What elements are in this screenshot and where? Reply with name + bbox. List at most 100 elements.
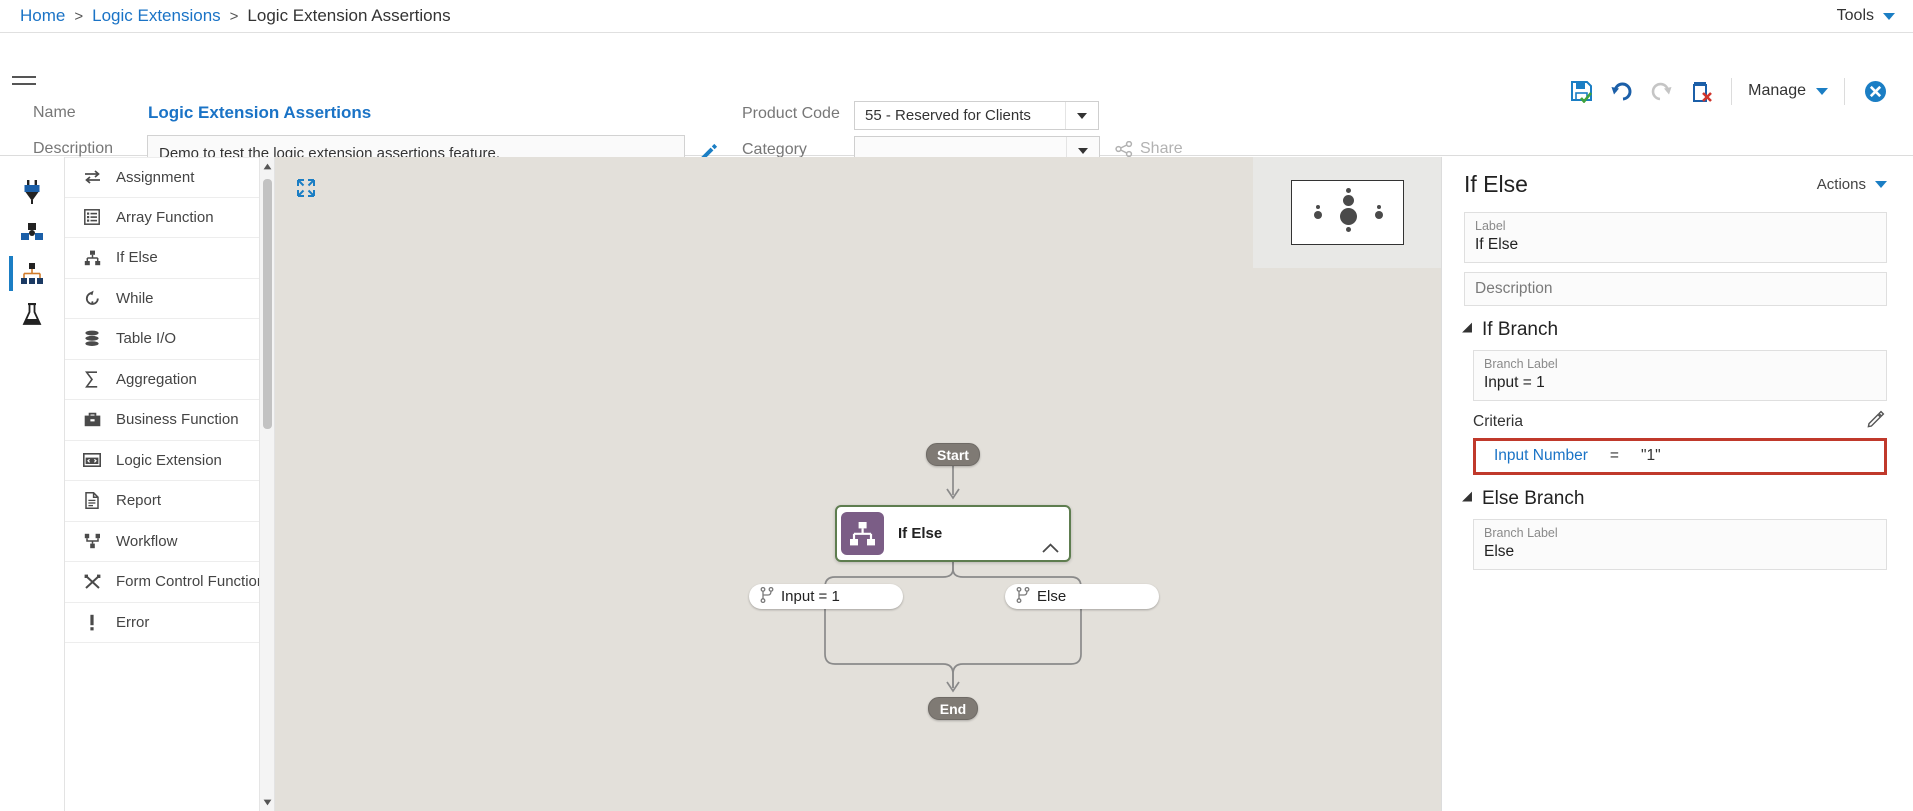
flow-canvas[interactable]: Start If Else Input = 1 Else End [275,157,1441,811]
palette-item-business-function[interactable]: Business Function [65,400,274,441]
rail-item-plug[interactable] [0,171,64,212]
branch-fork-icon [760,586,774,607]
palette-item-array-function[interactable]: Array Function [65,198,274,238]
minimap-node [1315,205,1320,209]
while-icon [83,290,101,307]
flask-icon [22,302,42,325]
error-icon [83,614,101,631]
assignment-icon [83,170,101,184]
rail-item-hierarchy[interactable] [0,253,64,294]
scroll-down-icon[interactable] [260,793,274,811]
scroll-up-icon[interactable] [260,157,274,175]
flow-node-end-label: End [939,700,967,717]
scrollbar-thumb[interactable] [263,179,272,429]
manage-menu-button[interactable]: Manage [1742,82,1834,100]
else-branch-label-key: Branch Label [1484,526,1558,540]
flow-branch-if[interactable]: Input = 1 [749,584,903,609]
else-branch-section-header[interactable]: Else Branch [1462,488,1887,510]
palette-item-label: Form Control Function [116,573,266,591]
chevron-up-icon[interactable] [1042,540,1059,558]
if-branch-label-key: Branch Label [1484,357,1558,371]
aggregation-icon [83,371,101,388]
rail-item-blocks[interactable] [0,212,64,253]
minimap-node [1345,188,1351,193]
palette-item-report[interactable]: Report [65,481,274,522]
palette-item-label: If Else [116,249,158,267]
criteria-value: "1" [1640,447,1661,464]
palette-item-while[interactable]: While [65,279,274,319]
product-code-label: Product Code [742,105,840,122]
delete-icon[interactable] [1681,75,1721,107]
flow-node-label: If Else [898,525,943,542]
breadcrumb-item-logic-extensions[interactable]: Logic Extensions [92,6,221,26]
palette-item-label: Business Function [116,411,239,429]
palette-scrollbar[interactable] [259,157,274,811]
breadcrumb-item-home[interactable]: Home [20,6,65,26]
properties-panel: If Else Actions Label If Else Descriptio… [1441,157,1913,811]
undo-icon[interactable] [1601,75,1641,107]
logic-extension-icon [83,453,101,468]
tools-menu-label: Tools [1836,7,1874,24]
palette-item-logic-extension[interactable]: Logic Extension [65,441,274,481]
properties-header: If Else Actions [1464,171,1887,198]
flow-branch-else[interactable]: Else [1005,584,1159,609]
flow-node-if-else[interactable]: If Else [835,505,1071,562]
palette-item-form-control-function[interactable]: Form Control Function [65,562,274,603]
palette-item-aggregation[interactable]: Aggregation [65,360,274,400]
flow-node-start[interactable]: Start [926,443,980,466]
chevron-down-icon [1883,12,1895,20]
minimap-node [1342,195,1354,206]
palette-item-table-io[interactable]: Table I/O [65,319,274,360]
expand-icon[interactable] [297,179,315,202]
criteria-operator: = [1609,447,1619,464]
palette-item-label: Aggregation [116,370,197,388]
collapse-triangle-icon[interactable] [1462,491,1477,507]
chevron-down-icon [1816,87,1828,95]
share-icon [1115,141,1133,157]
palette-item-if-else[interactable]: If Else [65,238,274,279]
close-icon[interactable] [1855,75,1895,107]
flow-node-end[interactable]: End [928,697,978,720]
save-icon[interactable] [1561,75,1601,107]
actions-menu-button[interactable]: Actions [1817,176,1887,193]
chevron-down-icon [1875,181,1887,188]
actions-label: Actions [1816,176,1866,193]
business-function-icon [83,412,101,427]
minimap-viewport [1290,180,1404,245]
palette-item-assignment[interactable]: Assignment [65,157,274,198]
minimap[interactable] [1253,157,1441,268]
manage-label: Manage [1748,82,1806,99]
rail-item-flask[interactable] [0,294,64,335]
palette-list: Assignment Array Function If Else While … [65,157,274,643]
product-code-select[interactable]: 55 - Reserved for Clients [854,101,1099,130]
menu-icon[interactable] [12,76,36,92]
else-branch-section-body: Branch Label Else [1464,519,1887,570]
palette-panel: Assignment Array Function If Else While … [65,157,275,811]
if-branch-label-field[interactable]: Branch Label Input = 1 [1473,350,1887,401]
breadcrumb: Home > Logic Extensions > Logic Extensio… [20,6,451,26]
breadcrumb-bar: Home > Logic Extensions > Logic Extensio… [0,0,1913,33]
pencil-icon[interactable] [1867,410,1885,433]
menu-icon-bar [12,83,36,85]
palette-item-error[interactable]: Error [65,603,274,643]
application-root: Home > Logic Extensions > Logic Extensio… [0,0,1913,811]
plug-icon [24,179,40,204]
menu-icon-bar [12,76,36,78]
palette-item-label: Logic Extension [116,451,222,469]
criteria-field-name[interactable]: Input Number [1494,447,1588,465]
hierarchy-icon [21,262,43,284]
else-branch-label-field[interactable]: Branch Label Else [1473,519,1887,570]
flow-branch-if-label: Input = 1 [781,588,840,605]
icon-rail [0,157,65,811]
criteria-expression[interactable]: Input Number = "1" [1473,438,1887,475]
if-branch-section-header[interactable]: If Branch [1462,319,1887,341]
label-field[interactable]: Label If Else [1464,212,1887,263]
if-branch-section-body: Branch Label Input = 1 Criteria Input Nu… [1464,350,1887,475]
tools-menu-button[interactable]: Tools [1837,7,1895,25]
if-branch-section-title: If Branch [1482,319,1559,340]
collapse-triangle-icon[interactable] [1462,322,1477,338]
palette-item-workflow[interactable]: Workflow [65,522,274,562]
minimap-node [1345,227,1351,232]
description-field[interactable]: Description [1464,272,1887,306]
description-field-placeholder: Description [1475,280,1553,297]
